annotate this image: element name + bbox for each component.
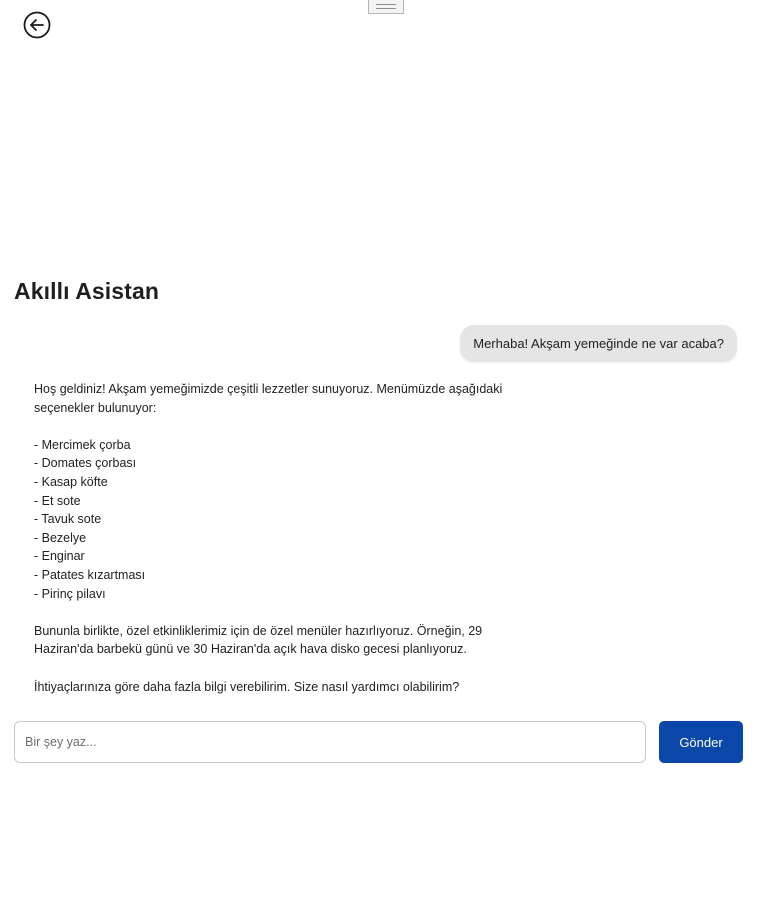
arrow-left-circle-icon [23,11,51,39]
menu-list-item: - Bezelye [34,530,87,545]
assistant-events-line: Bununla birlikte, özel etkinliklerimiz i… [34,623,483,638]
menu-list-item: - Kasap köfte [34,474,108,489]
drag-handle-line [376,8,396,9]
page-title: Akıllı Asistan [14,278,159,304]
send-button[interactable]: Gönder [659,721,743,763]
assistant-closing-line: İhtiyaçlarınıza göre daha fazla bilgi ve… [34,679,460,694]
assistant-message: Hoş geldiniz! Akşam yemeğimizde çeşitli … [34,380,554,696]
menu-list-item: - Enginar [34,549,85,564]
assistant-events-line: Haziran'da barbekü günü ve 30 Haziran'da… [34,642,467,657]
menu-list-item: - Mercimek çorba [34,437,131,452]
menu-list-item: - Pirinç pilavı [34,586,106,601]
assistant-intro-line: seçenekler bulunuyor: [34,400,157,415]
message-composer: Gönder [14,721,743,763]
chat-page: Akıllı Asistan Merhaba! Akşam yemeğinde … [0,0,763,902]
menu-list-item: - Et sote [34,493,81,508]
drag-handle-line [376,4,396,5]
drag-handle-icon[interactable] [368,0,404,14]
back-button[interactable] [23,11,51,39]
menu-list-item: - Domates çorbası [34,456,137,471]
message-input[interactable] [14,721,646,763]
menu-list-item: - Patates kızartması [34,567,146,582]
assistant-intro-line: Hoş geldiniz! Akşam yemeğimizde çeşitli … [34,382,503,396]
chat-messages: Merhaba! Akşam yemeğinde ne var acaba? H… [14,325,743,710]
user-message-bubble: Merhaba! Akşam yemeğinde ne var acaba? [460,325,737,362]
menu-list-item: - Tavuk sote [34,512,102,527]
